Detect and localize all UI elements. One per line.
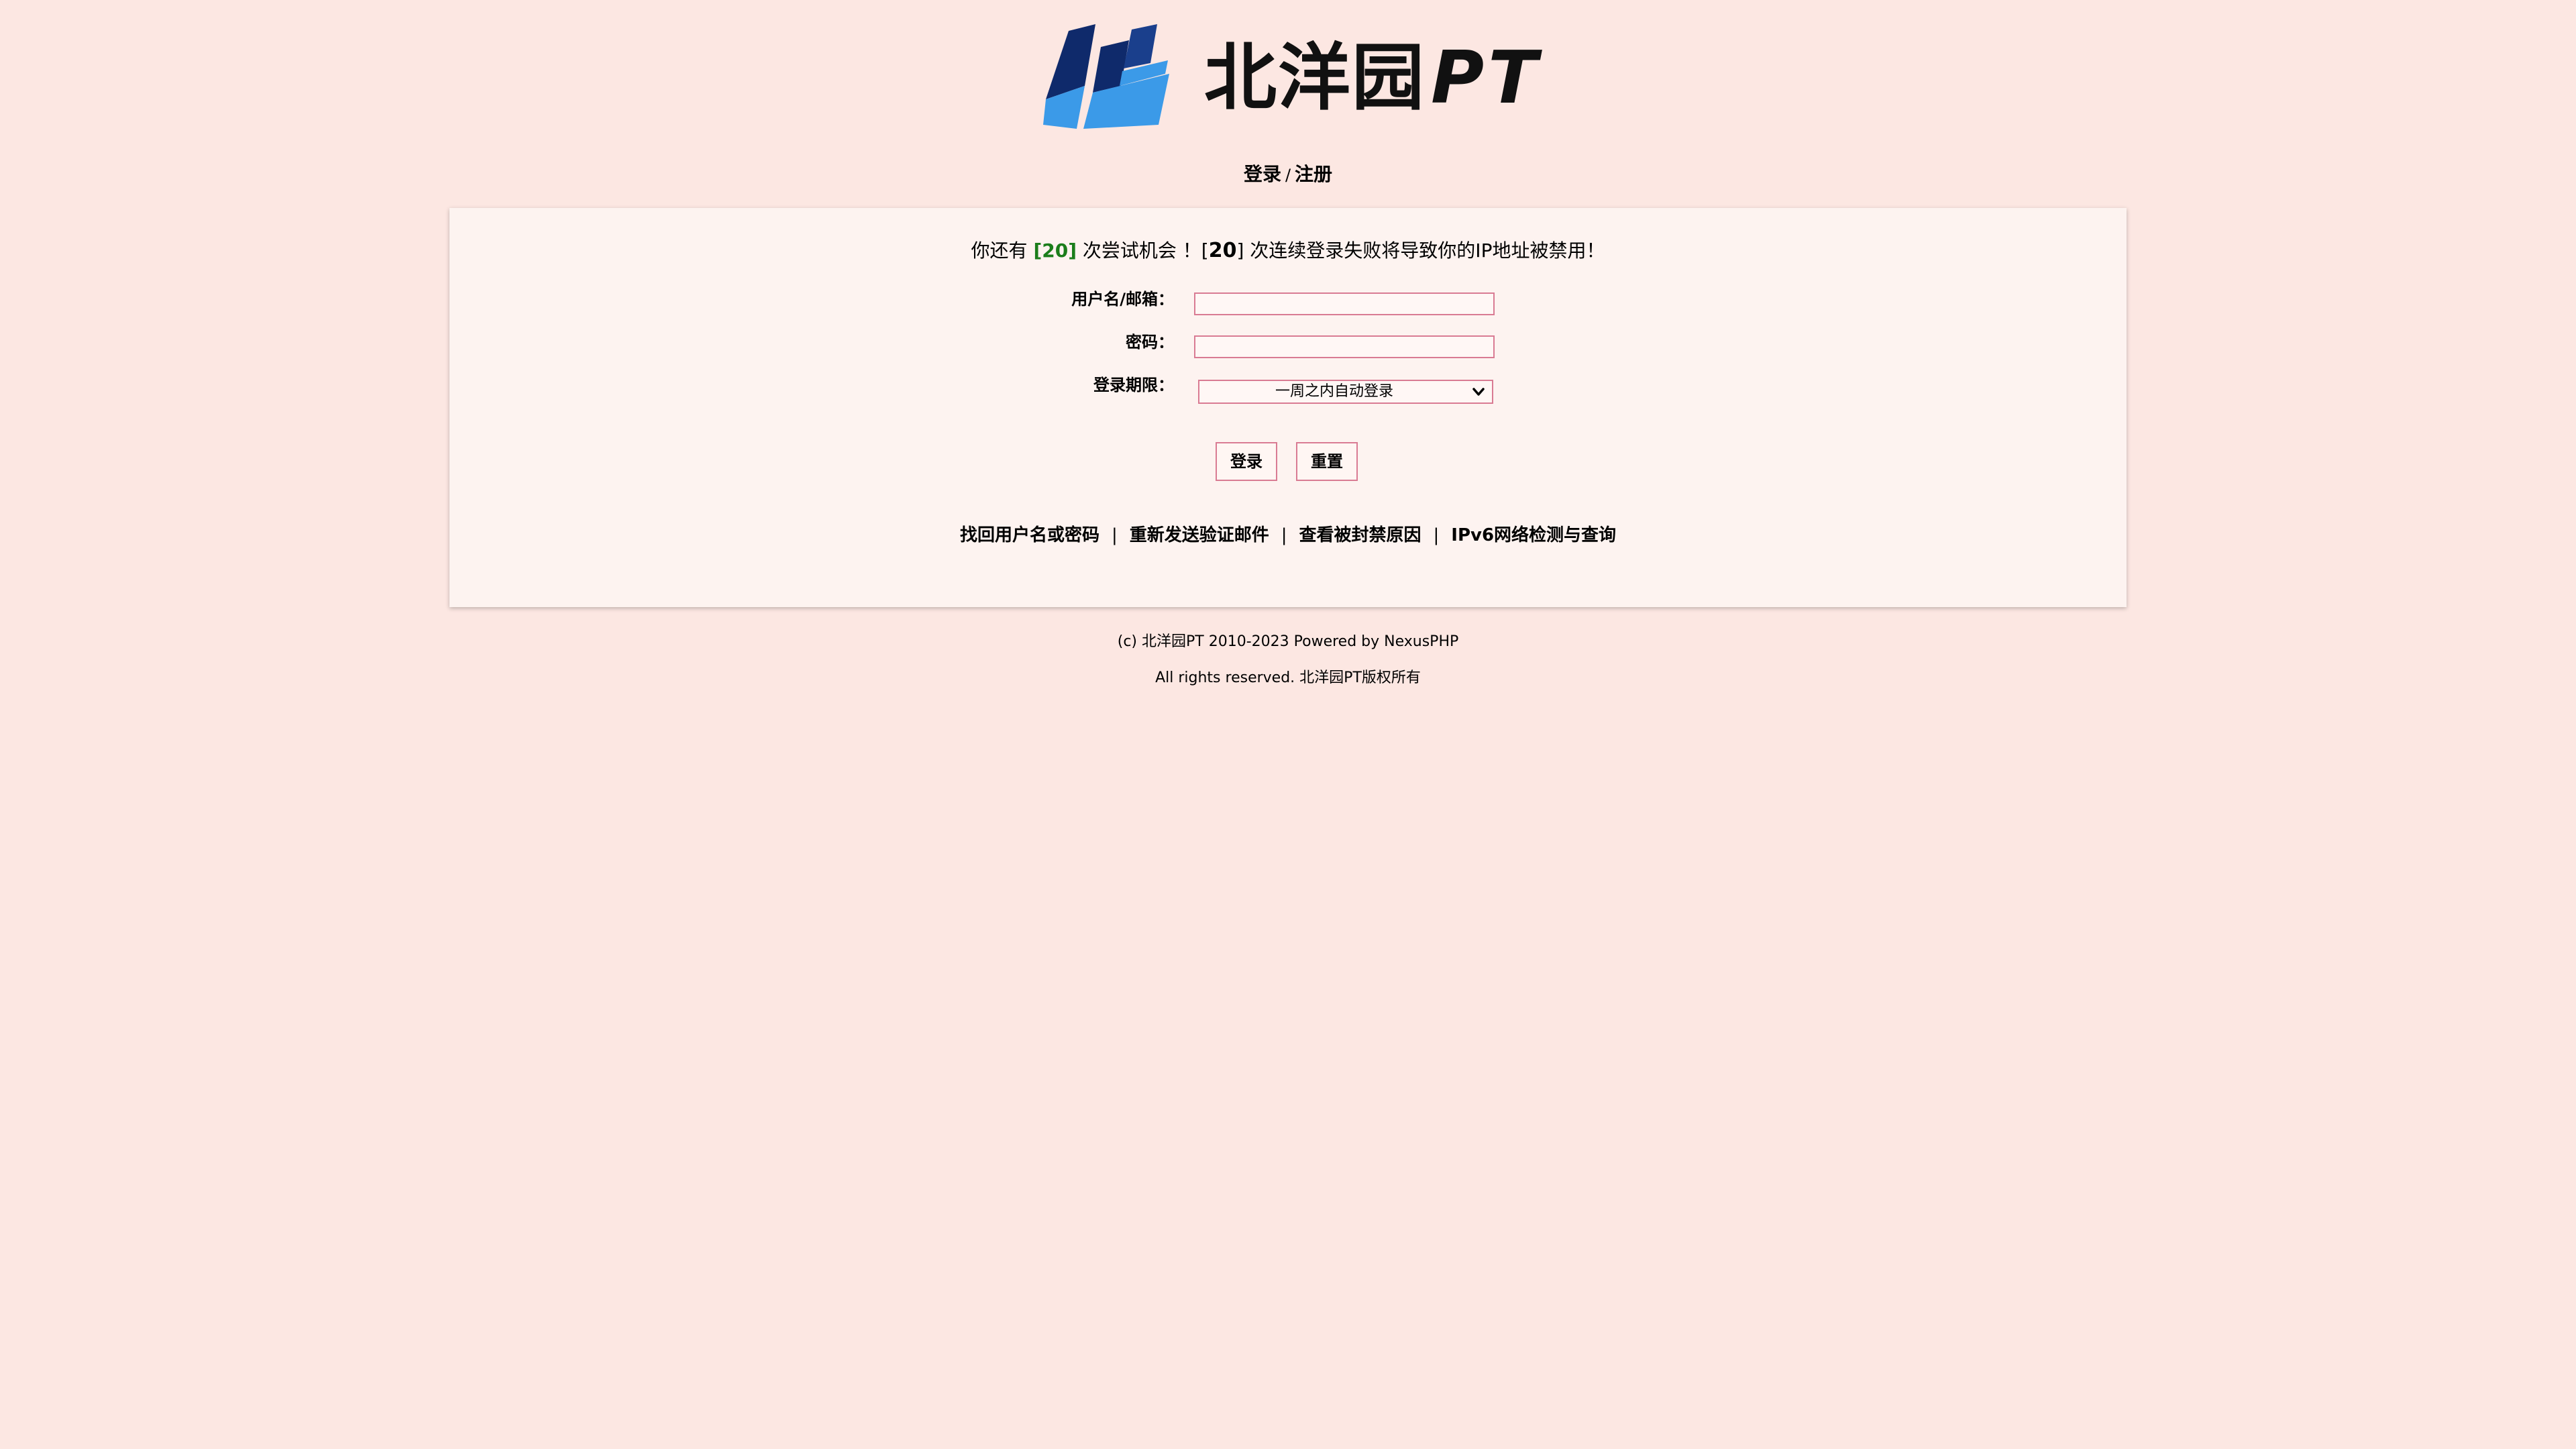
duration-select[interactable]: 一周之内自动登录 (1198, 380, 1493, 404)
username-label: 用户名/邮箱： (1071, 290, 1174, 309)
logo-text-main: 北洋园 (1204, 36, 1426, 120)
footer-rights-text: All rights reserved. (1155, 669, 1295, 686)
help-links: 找回用户名或密码 | 重新发送验证邮件 | 查看被封禁原因 | IPv6网络检测与查询 (449, 522, 2127, 549)
footer-rights-cn: 北洋园PT版权所有 (1299, 669, 1421, 686)
ipv6-check-link[interactable]: IPv6网络检测与查询 (1451, 525, 1616, 545)
reset-button[interactable]: 重置 (1296, 442, 1358, 481)
login-button[interactable]: 登录 (1216, 442, 1277, 481)
footer-copyright: (c) 北洋园PT 2010-2023 Powered by NexusPHP (0, 631, 2576, 653)
ban-reason-link[interactable]: 查看被封禁原因 (1299, 525, 1421, 545)
footer-copyright-prefix: (c) (1117, 633, 1137, 650)
links-separator: | (1433, 525, 1440, 545)
warning-prefix: 你还有 (971, 239, 1028, 262)
site-logo[interactable]: 北洋园PT (1043, 24, 1538, 131)
logo-text: 北洋园PT (1204, 35, 1542, 122)
login-link[interactable]: 登录 (1244, 163, 1281, 185)
password-input[interactable] (1194, 335, 1495, 358)
username-input[interactable] (1194, 292, 1495, 315)
logo-text-suffix: PT (1431, 36, 1542, 120)
warning-middle: 次尝试机会 ！[ (1082, 239, 1209, 262)
auth-nav-separator: / (1285, 166, 1291, 184)
register-link[interactable]: 注册 (1295, 163, 1332, 185)
duration-selected-value: 一周之内自动登录 (1275, 383, 1393, 400)
max-attempts-count: 20 (1208, 239, 1237, 262)
footer-years: 2010-2023 Powered by (1208, 633, 1380, 650)
username-row: 用户名/邮箱： (449, 287, 2127, 321)
warning-suffix: ] 次连续登录失败将导致你的IP地址被禁用！ (1236, 239, 1605, 262)
password-row: 密码： (449, 330, 2127, 364)
attempts-left-count: [20] (1033, 239, 1077, 262)
login-panel: 你还有 [20] 次尝试机会 ！[20] 次连续登录失败将导致你的IP地址被禁用… (449, 208, 2127, 607)
footer-site-link[interactable]: 北洋园PT (1142, 633, 1204, 650)
duration-row: 登录期限： 一周之内自动登录 (449, 373, 2127, 407)
links-separator: | (1111, 525, 1118, 545)
recover-account-link[interactable]: 找回用户名或密码 (960, 525, 1099, 545)
logo-mark-icon (1043, 24, 1169, 129)
password-label: 密码： (1126, 333, 1174, 352)
auth-nav: 登录 / 注册 (0, 160, 2576, 190)
footer-nexusphp-link[interactable]: NexusPHP (1384, 633, 1458, 650)
footer-rights: All rights reserved. 北洋园PT版权所有 (0, 667, 2576, 690)
chevron-down-icon (1472, 388, 1485, 396)
links-separator: | (1281, 525, 1287, 545)
resend-verification-link[interactable]: 重新发送验证邮件 (1130, 525, 1269, 545)
attempts-warning: 你还有 [20] 次尝试机会 ！[20] 次连续登录失败将导致你的IP地址被禁用… (449, 236, 2127, 266)
duration-label: 登录期限： (1093, 376, 1174, 394)
